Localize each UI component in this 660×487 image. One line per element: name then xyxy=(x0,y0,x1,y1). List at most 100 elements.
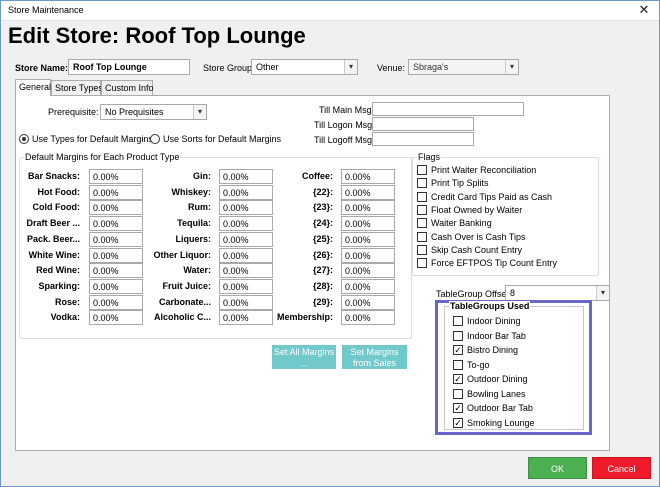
margin-input[interactable]: 0.00% xyxy=(219,278,273,294)
margin-input[interactable]: 0.00% xyxy=(89,278,143,294)
close-icon[interactable]: ✕ xyxy=(637,2,651,18)
use-sorts-radio[interactable] xyxy=(150,134,160,144)
margin-input[interactable]: 0.00% xyxy=(89,263,143,279)
tablegroup-label: Indoor Dining xyxy=(467,316,521,326)
tablegroup-checkbox[interactable] xyxy=(453,359,463,370)
margin-input[interactable]: 0.00% xyxy=(341,247,395,263)
margin-input[interactable]: 0.00% xyxy=(89,231,143,247)
venue-select: Sbraga's ▾ xyxy=(408,59,519,75)
flag-label: Force EFTPOS Tip Count Entry xyxy=(431,258,558,269)
margin-input[interactable]: 0.00% xyxy=(219,263,273,279)
margin-input[interactable]: 0.00% xyxy=(341,278,395,294)
ok-button[interactable]: OK xyxy=(528,457,587,479)
flag-checkbox[interactable] xyxy=(417,244,427,255)
margin-input[interactable]: 0.00% xyxy=(89,247,143,263)
margin-label: Alcoholic C... xyxy=(153,312,211,323)
tablegroup-offset-select[interactable]: 8 ▾ xyxy=(505,285,610,301)
tablegroup-checkbox[interactable]: ✓ xyxy=(453,403,463,413)
tablegroup-label: Bistro Dining xyxy=(467,345,519,355)
margin-input[interactable]: 0.00% xyxy=(219,184,273,200)
margin-input[interactable]: 0.00% xyxy=(89,184,143,200)
tab-general[interactable]: General xyxy=(15,79,51,96)
margin-label: Hot Food: xyxy=(37,186,80,197)
default-margins-group: Default Margins for Each Product Type Ba… xyxy=(19,152,412,339)
margin-label: Liquers: xyxy=(175,233,211,244)
till-main-input[interactable] xyxy=(372,102,524,116)
tablegroup-label: Indoor Bar Tab xyxy=(467,330,526,341)
store-name-input[interactable]: Roof Top Lounge xyxy=(68,59,190,75)
store-name-label: Store Name: xyxy=(15,63,69,73)
flags-title: Flags xyxy=(417,152,442,162)
margin-input[interactable]: 0.00% xyxy=(219,200,273,216)
margin-input[interactable]: 0.00% xyxy=(341,231,395,247)
flag-label: Float Owned by Waiter xyxy=(431,204,523,215)
margin-label: {24}: xyxy=(312,218,333,229)
chevron-down-icon[interactable]: ▾ xyxy=(344,60,357,74)
flag-checkbox[interactable] xyxy=(417,231,427,242)
tablegroup-offset-value: 8 xyxy=(510,288,516,298)
margin-label: {26}: xyxy=(312,249,333,260)
set-all-margins-button[interactable]: Set All Margins ... xyxy=(272,345,336,369)
margin-input[interactable]: 0.00% xyxy=(341,216,395,232)
tablegroup-label: Bowling Lanes xyxy=(467,388,526,399)
tablegroup-checkbox[interactable]: ✓ xyxy=(453,417,463,428)
flag-checkbox[interactable] xyxy=(417,165,427,175)
flag-checkbox[interactable] xyxy=(417,204,427,215)
tab-custom-info[interactable]: Custom Info xyxy=(101,80,154,95)
tablegroup-checkbox[interactable]: ✓ xyxy=(453,345,463,355)
margin-label: Water: xyxy=(183,265,211,276)
tablegroup-checkbox[interactable]: ✓ xyxy=(453,374,463,384)
flag-label: Print Waiter Reconciliation xyxy=(431,165,537,175)
cancel-button[interactable]: Cancel xyxy=(592,457,651,479)
flag-checkbox[interactable] xyxy=(417,258,427,269)
margin-input[interactable]: 0.00% xyxy=(341,263,395,279)
margin-label: Tequila: xyxy=(177,218,211,229)
chevron-down-icon[interactable]: ▾ xyxy=(193,105,206,119)
flag-label: Credit Card Tips Paid as Cash xyxy=(431,191,553,202)
margin-label: {27}: xyxy=(312,265,333,276)
flag-checkbox[interactable] xyxy=(417,191,427,202)
store-group-select[interactable]: Other ▾ xyxy=(251,59,358,75)
default-margins-title: Default Margins for Each Product Type xyxy=(24,152,181,162)
margin-input[interactable]: 0.00% xyxy=(219,169,273,184)
margin-input[interactable]: 0.00% xyxy=(219,310,273,326)
flag-label: Cash Over is Cash Tips xyxy=(431,231,526,242)
margin-input[interactable]: 0.00% xyxy=(219,247,273,263)
margin-input[interactable]: 0.00% xyxy=(219,216,273,232)
margin-input[interactable]: 0.00% xyxy=(341,200,395,216)
margin-label: Pack. Beer... xyxy=(26,233,80,244)
margin-input[interactable]: 0.00% xyxy=(89,310,143,326)
margin-input[interactable]: 0.00% xyxy=(89,169,143,184)
margin-input[interactable]: 0.00% xyxy=(341,184,395,200)
use-types-radio[interactable] xyxy=(19,134,29,144)
chevron-down-icon[interactable]: ▾ xyxy=(596,286,609,300)
set-margins-from-sales-button[interactable]: Set Margins from Sales xyxy=(342,345,407,369)
tablegroup-label: To-go xyxy=(467,359,490,370)
page-title: Edit Store: Roof Top Lounge xyxy=(8,23,306,48)
prerequisite-value: No Prequisites xyxy=(105,107,164,117)
tablegroup-label: Smoking Lounge xyxy=(467,417,535,428)
till-logon-input[interactable] xyxy=(372,117,474,131)
till-logoff-input[interactable] xyxy=(372,132,474,146)
margin-label: Whiskey: xyxy=(171,186,211,197)
tablegroup-checkbox[interactable] xyxy=(453,388,463,399)
margin-input[interactable]: 0.00% xyxy=(341,310,395,326)
flag-checkbox[interactable] xyxy=(417,178,427,189)
margin-input[interactable]: 0.00% xyxy=(89,200,143,216)
tab-store-types[interactable]: Store Types xyxy=(51,80,103,95)
margin-input[interactable]: 0.00% xyxy=(89,294,143,310)
margin-label: {23}: xyxy=(312,202,333,213)
margin-input[interactable]: 0.00% xyxy=(341,169,395,184)
flag-checkbox[interactable] xyxy=(417,218,427,229)
margin-input[interactable]: 0.00% xyxy=(219,294,273,310)
margin-input[interactable]: 0.00% xyxy=(89,216,143,232)
margin-label: {29}: xyxy=(312,296,333,307)
tablegroup-checkbox[interactable] xyxy=(453,316,463,326)
margin-input[interactable]: 0.00% xyxy=(341,294,395,310)
margin-input[interactable]: 0.00% xyxy=(219,231,273,247)
tablegroup-checkbox[interactable] xyxy=(453,330,463,341)
margin-label: Sparking: xyxy=(38,280,80,291)
venue-label: Venue: xyxy=(377,63,406,73)
margin-label: Draft Beer ... xyxy=(26,218,80,229)
prerequisite-select[interactable]: No Prequisites ▾ xyxy=(100,104,207,120)
